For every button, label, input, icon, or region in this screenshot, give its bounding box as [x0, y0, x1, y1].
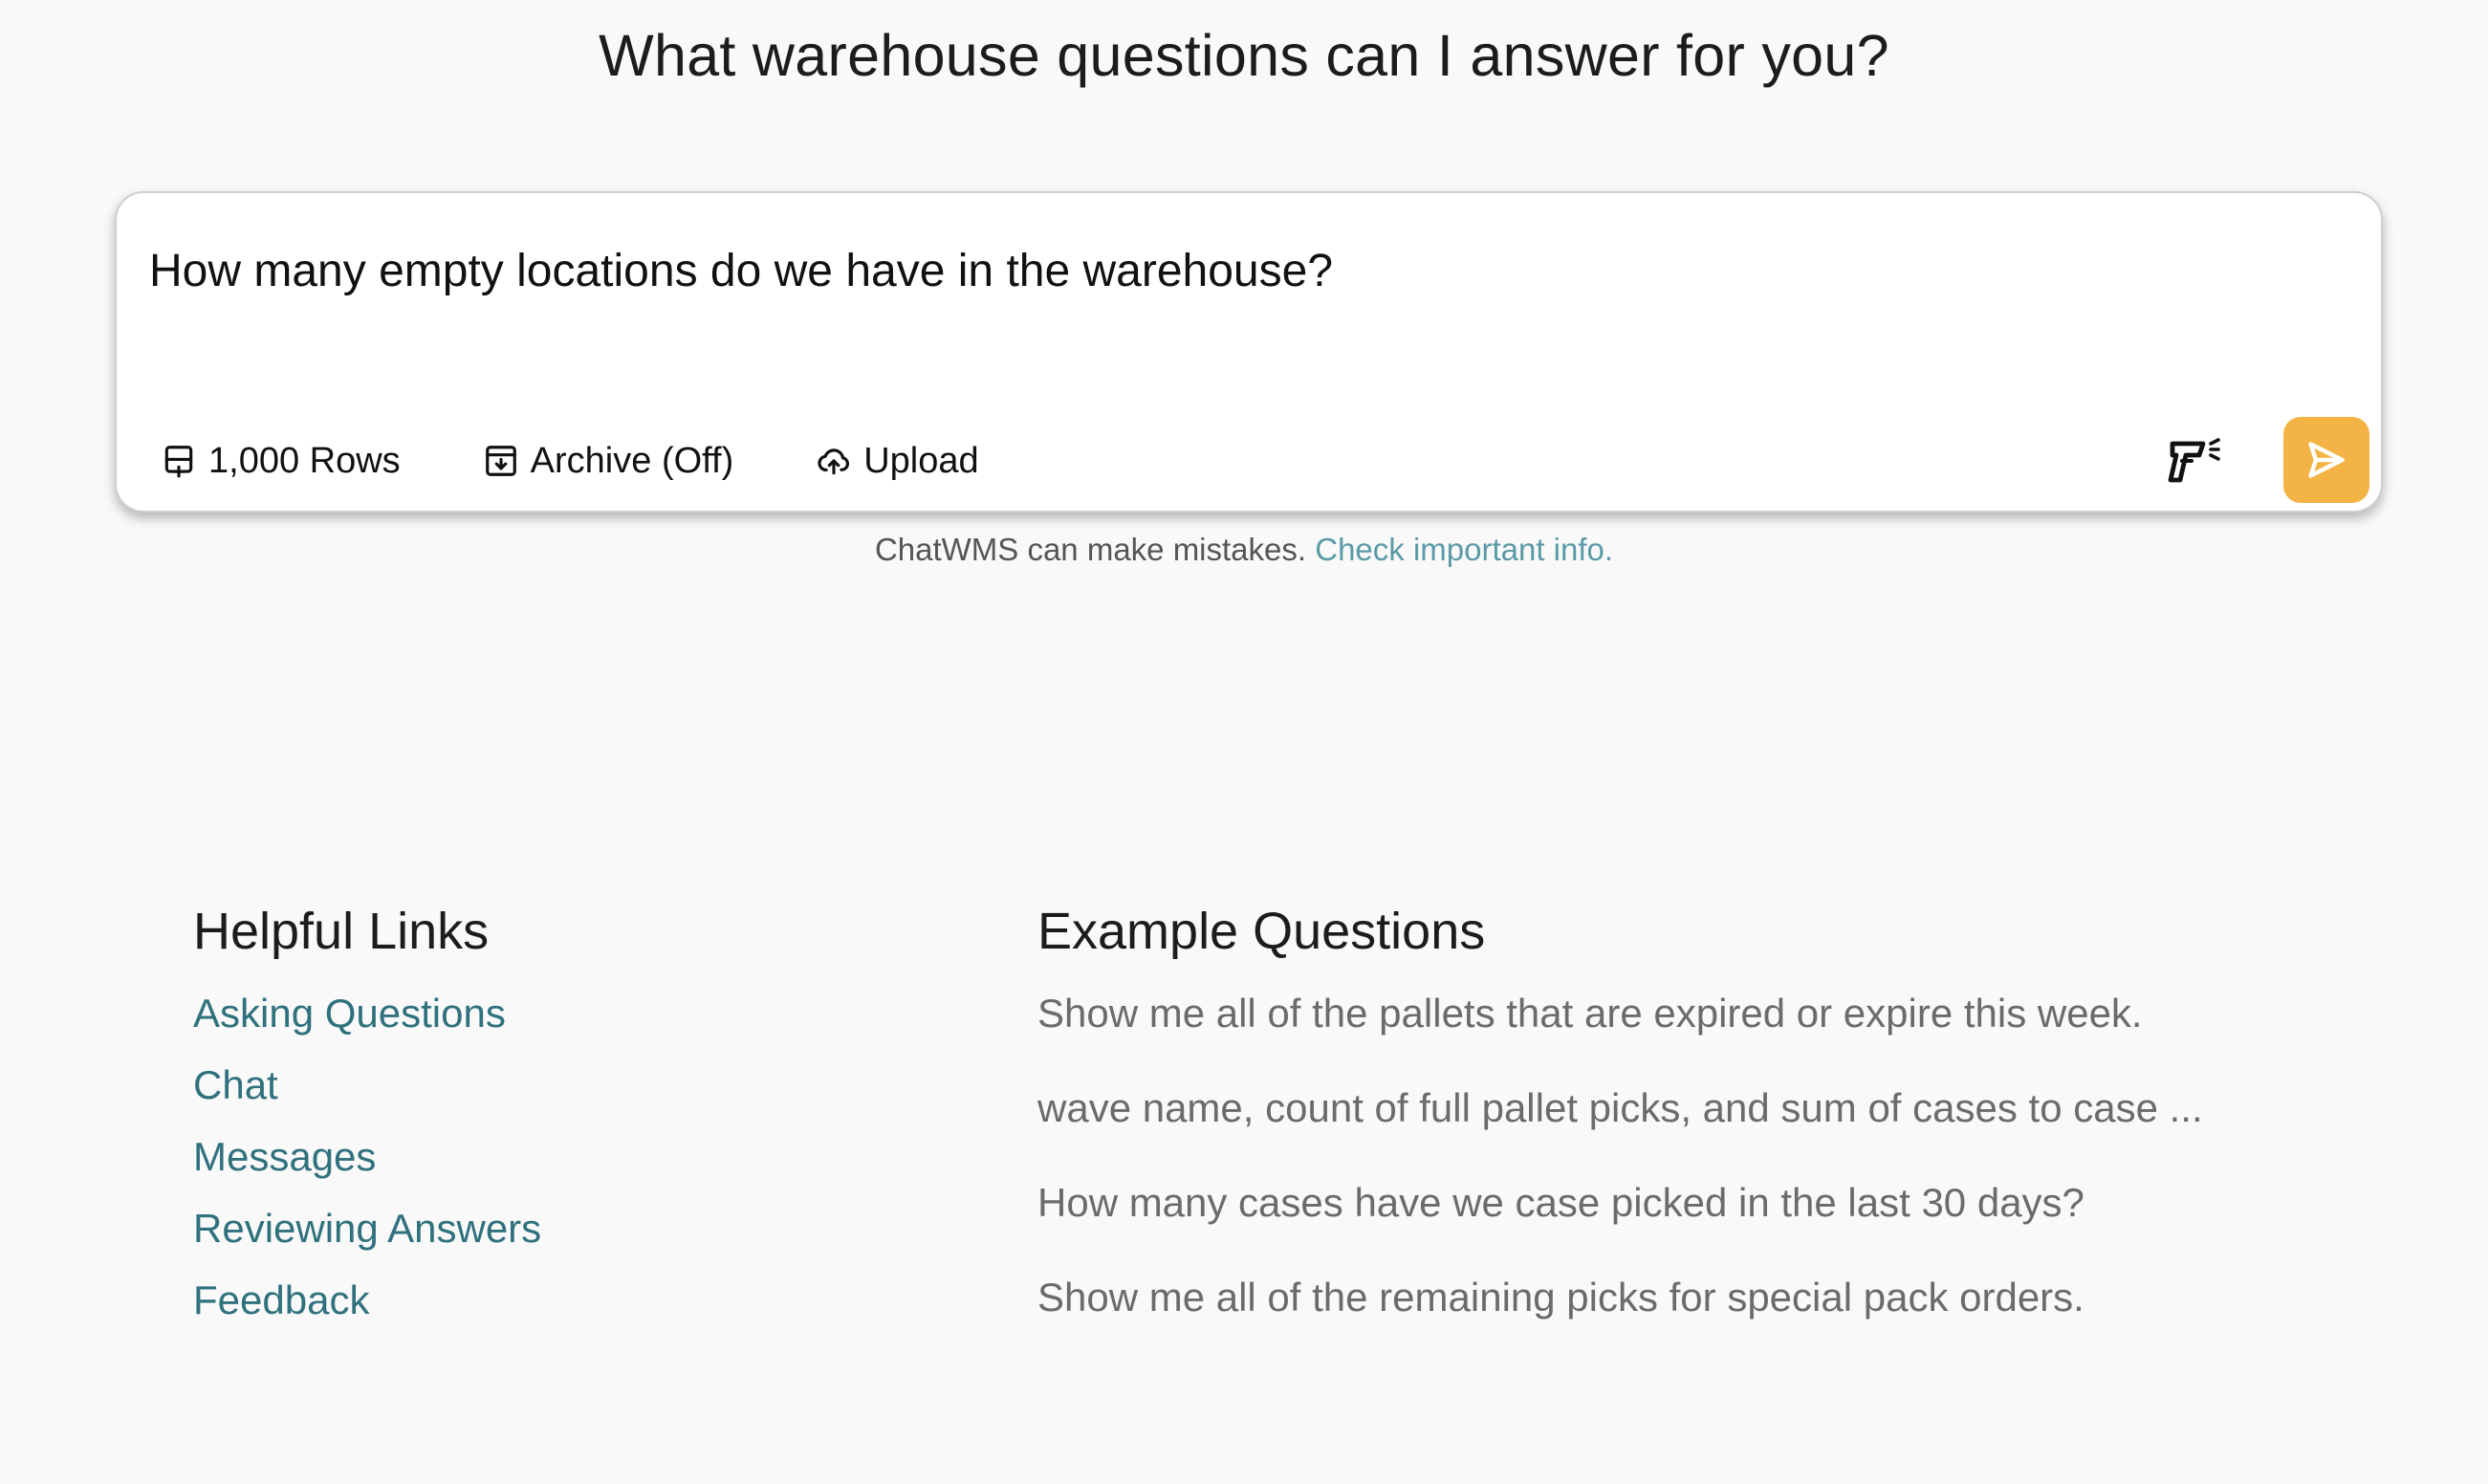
important-info-link[interactable]: Check important info. [1315, 532, 1613, 567]
disclaimer: ChatWMS can make mistakes. Check importa… [0, 529, 2488, 571]
example-questions-heading: Example Questions [1037, 903, 1486, 960]
help-link-reviewing-answers[interactable]: Reviewing Answers [193, 1192, 958, 1264]
help-link-messages[interactable]: Messages [193, 1121, 958, 1192]
help-link-feedback[interactable]: Feedback [193, 1264, 958, 1336]
help-link-asking-questions[interactable]: Asking Questions [193, 977, 958, 1049]
rows-limit-button[interactable]: 1,000 Rows [161, 430, 401, 491]
composer-toolbar: 1,000 Rows Archive (Off) Upload [161, 430, 1061, 491]
barcode-scanner-icon [2168, 438, 2220, 483]
send-button[interactable] [2283, 417, 2369, 503]
cloud-upload-icon [818, 448, 850, 475]
send-icon [2308, 442, 2345, 478]
example-question[interactable]: Show me all of the pallets that are expi… [1037, 966, 2405, 1060]
example-questions-section: Example Questions Show me all of the pal… [1037, 897, 2405, 1356]
disclaimer-text: ChatWMS can make mistakes. [874, 532, 1307, 567]
query-input[interactable] [149, 243, 2253, 300]
query-composer: 1,000 Rows Archive (Off) Upload [115, 191, 2383, 513]
example-question[interactable]: wave name, count of full pallet picks, a… [1037, 1060, 2405, 1155]
page-title: What warehouse questions can I answer fo… [599, 23, 1889, 88]
example-question[interactable]: Show me all of the remaining picks for s… [1037, 1250, 2405, 1344]
archive-toggle-label: Archive (Off) [530, 440, 734, 481]
help-link-chat[interactable]: Chat [193, 1049, 958, 1121]
upload-label: Upload [863, 440, 979, 481]
barcode-scanner-button[interactable] [2163, 430, 2224, 491]
helpful-links-heading: Helpful Links [193, 903, 490, 960]
helpful-links-section: Helpful Links Asking Questions Chat Mess… [193, 897, 958, 1336]
upload-button[interactable]: Upload [816, 430, 979, 491]
archive-toggle-button[interactable]: Archive (Off) [483, 430, 734, 491]
example-question[interactable]: How many cases have we case picked in th… [1037, 1155, 2405, 1250]
rows-limit-label: 1,000 Rows [208, 440, 401, 481]
archive-icon [485, 446, 516, 476]
rows-icon [164, 446, 193, 478]
